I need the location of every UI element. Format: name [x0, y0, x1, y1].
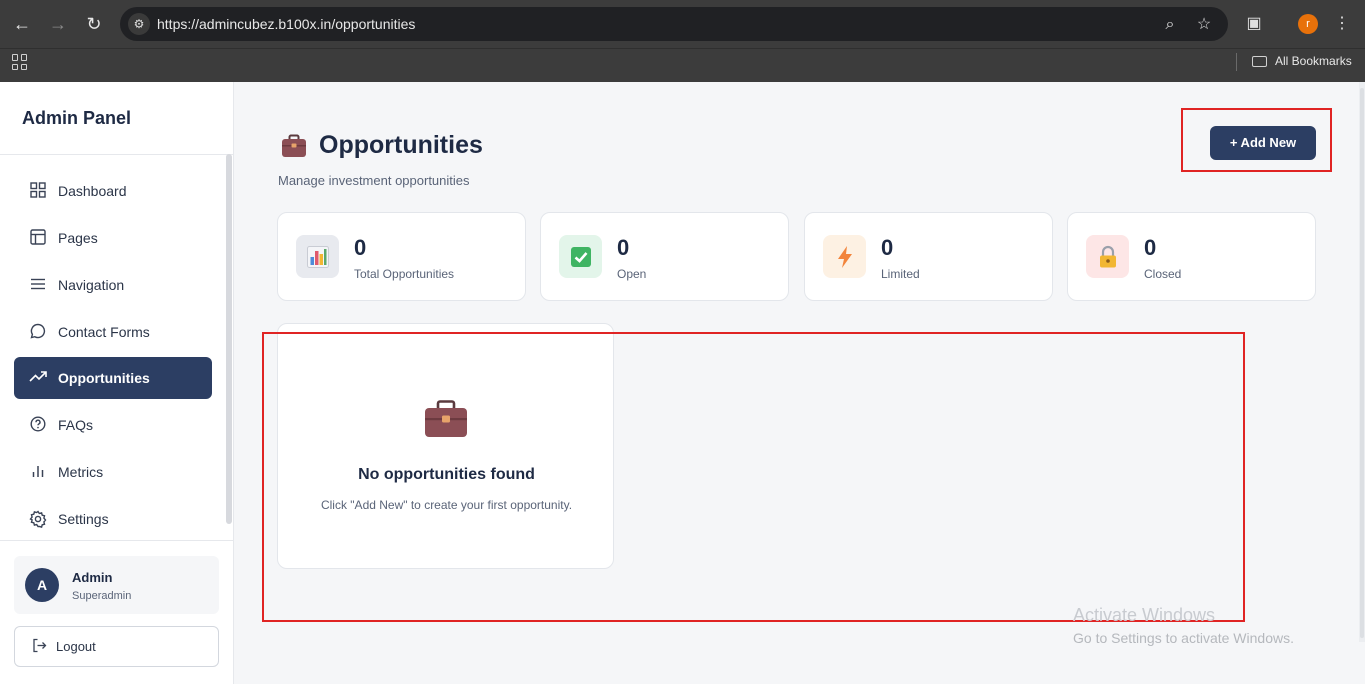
stat-value: 0 [354, 235, 367, 260]
address-bar[interactable]: ⚙ https://admincubez.b100x.in/opportunit… [120, 7, 1228, 41]
avatar: A [25, 568, 59, 602]
profile-avatar[interactable]: r [1298, 14, 1318, 34]
trending-up-icon [29, 369, 47, 387]
briefcase-icon [281, 134, 307, 158]
bookmark-star-icon[interactable]: ☆ [1194, 15, 1214, 35]
layout-icon [29, 229, 47, 247]
site-info-icon[interactable]: ⚙ [128, 13, 150, 35]
forward-icon[interactable]: → [46, 12, 70, 36]
watermark-title: Activate Windows [1073, 605, 1216, 625]
url-text[interactable]: https://admincubez.b100x.in/opportunitie… [157, 16, 415, 32]
gear-icon [29, 510, 47, 528]
stat-card-limited: 0 Limited [804, 212, 1053, 301]
sidebar-item-opportunities[interactable]: Opportunities [14, 357, 212, 399]
sidebar: Admin Panel Dashboard Pages Navigation C… [0, 82, 234, 684]
bar-chart-icon [29, 463, 47, 481]
all-bookmarks-button[interactable]: All Bookmarks [1252, 54, 1352, 68]
zoom-icon[interactable]: ⌕ [1160, 15, 1180, 35]
user-role: Superadmin [72, 590, 132, 602]
sidebar-item-faqs[interactable]: FAQs [14, 404, 212, 446]
sidebar-item-metrics[interactable]: Metrics [14, 451, 212, 493]
all-bookmarks-label: All Bookmarks [1275, 54, 1352, 68]
sidebar-scrollbar[interactable] [226, 154, 232, 524]
bookmarks-bar [0, 48, 1365, 82]
lock-icon [1086, 235, 1129, 278]
sidebar-item-label: Settings [58, 511, 109, 527]
sidebar-item-label: Dashboard [58, 183, 127, 199]
stat-value: 0 [617, 235, 630, 260]
back-icon[interactable]: ← [10, 12, 34, 36]
logout-label: Logout [56, 639, 96, 654]
sidebar-item-label: Pages [58, 230, 98, 246]
chat-icon [29, 323, 47, 341]
highlight-box [262, 332, 1245, 622]
sidebar-item-contact-forms[interactable]: Contact Forms [14, 311, 212, 353]
bar-chart-icon [296, 235, 339, 278]
stat-card-closed: 0 Closed [1067, 212, 1316, 301]
user-card: A Admin Superadmin [14, 556, 219, 614]
sidebar-item-label: Opportunities [58, 370, 150, 386]
stat-card-total: 0 Total Opportunities [277, 212, 526, 301]
brand-title: Admin Panel [22, 108, 132, 128]
sidebar-item-label: FAQs [58, 417, 94, 433]
check-box-icon [559, 235, 602, 278]
stat-value: 0 [1144, 235, 1157, 260]
divider [0, 540, 233, 541]
user-name: Admin [72, 570, 113, 585]
sidebar-item-pages[interactable]: Pages [14, 217, 212, 259]
page-subtitle: Manage investment opportunities [278, 173, 470, 188]
sidebar-item-settings[interactable]: Settings [14, 498, 212, 540]
bookmarks-divider [1236, 53, 1237, 71]
browser-toolbar: ← → ↻ ⚙ https://admincubez.b100x.in/oppo… [0, 0, 1365, 48]
folder-icon [1252, 55, 1267, 67]
stat-label: Total Opportunities [354, 267, 455, 281]
apps-icon[interactable] [12, 54, 28, 70]
more-menu-icon[interactable]: ⋮ [1331, 13, 1353, 35]
sidebar-item-label: Metrics [58, 464, 104, 480]
logout-icon [31, 638, 47, 656]
stat-label: Limited [881, 267, 920, 281]
stat-label: Closed [1144, 267, 1182, 281]
tab-search-icon[interactable]: ▣ [1243, 13, 1265, 35]
lightning-icon [823, 235, 866, 278]
reload-icon[interactable]: ↻ [82, 12, 106, 36]
sidebar-item-label: Navigation [58, 277, 125, 293]
help-circle-icon [29, 416, 47, 434]
stat-label: Open [617, 267, 647, 281]
page-title: Opportunities [319, 131, 483, 159]
stat-value: 0 [881, 235, 894, 260]
watermark-subtitle: Go to Settings to activate Windows. [1073, 630, 1294, 646]
sidebar-item-label: Contact Forms [58, 324, 150, 340]
divider [0, 154, 233, 155]
grid-icon [29, 182, 47, 200]
page-scrollbar-thumb[interactable] [1360, 88, 1364, 638]
menu-icon [29, 276, 47, 294]
stat-card-open: 0 Open [540, 212, 789, 301]
logout-button[interactable]: Logout [14, 626, 219, 667]
sidebar-item-dashboard[interactable]: Dashboard [14, 170, 212, 212]
highlight-box [1181, 108, 1332, 172]
sidebar-item-navigation[interactable]: Navigation [14, 264, 212, 306]
